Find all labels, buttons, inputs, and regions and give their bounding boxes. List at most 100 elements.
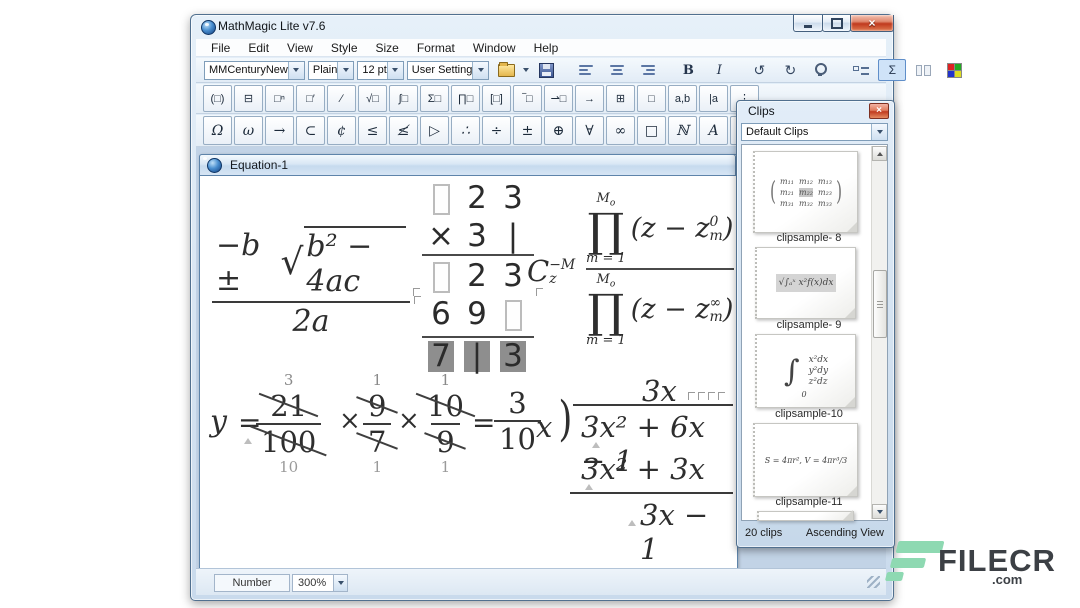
open-dropdown-arrow[interactable]	[523, 68, 529, 72]
clips-set-select[interactable]: Default Clips	[741, 123, 888, 141]
template-button[interactable]: ⊟	[234, 85, 263, 112]
template-button[interactable]: →	[575, 85, 604, 112]
expr-sup: 0	[710, 215, 719, 229]
coefficient-term: C −M z	[527, 254, 575, 288]
equation-numbering-button[interactable]	[847, 59, 875, 81]
template-button[interactable]: □′	[296, 85, 325, 112]
align-center-button[interactable]	[603, 59, 631, 81]
clip-item[interactable]: ( m₁₁m₁₂m₁₃m₂₁m₂₂m₂₃m₃₁m₃₂m₃₃ )	[753, 151, 858, 233]
menu-item[interactable]: Help	[525, 41, 568, 55]
mult-row-1: 2 3	[423, 180, 531, 223]
limit-lower: m = 1	[586, 334, 626, 347]
menu-item[interactable]: File	[202, 41, 239, 55]
symbol-button[interactable]: ⊂	[296, 116, 325, 145]
clip-item-partial[interactable]	[757, 511, 854, 521]
selected-digit[interactable]: |	[464, 341, 490, 372]
menu-item[interactable]: Size	[367, 41, 408, 55]
undo-button[interactable]: ↺	[745, 59, 773, 81]
symbol-button[interactable]: A	[699, 116, 728, 145]
font-style-select[interactable]: Plain	[308, 61, 354, 80]
symbol-button[interactable]: ∞	[606, 116, 635, 145]
symbol-button[interactable]: ℕ	[668, 116, 697, 145]
font-family-select[interactable]: MMCenturyNew	[204, 61, 305, 80]
menu-item[interactable]: View	[278, 41, 322, 55]
symbol-button[interactable]: □	[637, 116, 666, 145]
align-left-button[interactable]	[572, 59, 600, 81]
radical-sign: √	[280, 242, 303, 283]
symbol-button[interactable]: ¢	[327, 116, 356, 145]
template-button[interactable]: |a	[699, 85, 728, 112]
menu-item[interactable]: Format	[408, 41, 464, 55]
template-button[interactable]: ∏□	[451, 85, 480, 112]
clips-scrollbar[interactable]	[871, 146, 887, 519]
symbol-button[interactable]: Ω	[203, 116, 232, 145]
maximize-button[interactable]	[822, 15, 851, 32]
symbol-button[interactable]: ω	[234, 116, 263, 145]
template-button[interactable]: ⊞	[606, 85, 635, 112]
chevron-down-icon	[288, 62, 304, 79]
template-button[interactable]: ⇀□	[544, 85, 573, 112]
template-button[interactable]: Σ□	[420, 85, 449, 112]
numbered-list-icon	[853, 64, 869, 77]
palette-toggle-button[interactable]: Σ	[878, 59, 906, 81]
mult-row-4: 6 9	[423, 296, 531, 339]
template-button[interactable]: ∕	[327, 85, 356, 112]
expr-open: (z − z	[631, 294, 710, 325]
scroll-up-button[interactable]	[872, 146, 887, 161]
selected-digit[interactable]: 7	[428, 341, 454, 372]
template-button[interactable]: √□	[358, 85, 387, 112]
minimize-button[interactable]	[793, 15, 823, 32]
mult-row-2: × 3 |	[423, 218, 531, 254]
close-button[interactable]: ×	[850, 15, 894, 32]
clip-item[interactable]: √∫ₐˣ x²f(x)dx	[755, 247, 856, 319]
user-setting-select[interactable]: User Setting	[407, 61, 490, 80]
symbol-button[interactable]: ±	[513, 116, 542, 145]
redo-button[interactable]: ↻	[776, 59, 804, 81]
selected-digit[interactable]: 3	[500, 341, 526, 372]
scrollbar-thumb[interactable]	[873, 270, 887, 338]
result-numerator: 3	[503, 386, 531, 420]
template-button[interactable]: □ⁿ	[265, 85, 294, 112]
symbol-button[interactable]: ⊕	[544, 116, 573, 145]
align-right-button[interactable]	[634, 59, 662, 81]
menu-item[interactable]: Edit	[239, 41, 278, 55]
symbol-button[interactable]: ÷	[482, 116, 511, 145]
save-button[interactable]	[532, 59, 560, 81]
equation-canvas[interactable]: −b ± √ b² − 4ac 2a 2 3 × 3 | 2 3 6 9 7 |…	[200, 176, 735, 566]
template-button[interactable]: [□]	[482, 85, 511, 112]
menu-item[interactable]: Style	[322, 41, 367, 55]
template-button[interactable]: (□)	[203, 85, 232, 112]
zoom-select[interactable]: 300%	[292, 574, 348, 592]
symbol-button[interactable]: ∴	[451, 116, 480, 145]
color-button[interactable]	[940, 59, 968, 81]
number-field[interactable]: Number	[214, 574, 290, 592]
times-sign: ×	[423, 218, 459, 254]
clip-formula: √∫ₐˣ x²f(x)dx	[776, 274, 837, 292]
template-button[interactable]: ‾□	[513, 85, 542, 112]
resize-grip[interactable]	[867, 576, 880, 588]
template-button[interactable]: □	[637, 85, 666, 112]
menu-item[interactable]: Window	[464, 41, 525, 55]
scroll-down-button[interactable]	[872, 504, 887, 519]
template-button[interactable]: a,b	[668, 85, 697, 112]
template-button[interactable]: ∫□	[389, 85, 418, 112]
equation-window-titlebar[interactable]: Equation-1	[199, 154, 736, 176]
symbol-button[interactable]: ▷	[420, 116, 449, 145]
division-step: 3x² + 3x	[581, 452, 705, 486]
font-size-select[interactable]: 12 pt	[357, 61, 403, 80]
chevron-down-icon	[333, 575, 347, 591]
matrix-entry: m₂₃	[818, 188, 832, 197]
symbol-button[interactable]: ∀	[575, 116, 604, 145]
bold-button[interactable]: B	[674, 59, 702, 81]
symbol-button[interactable]: ≰	[389, 116, 418, 145]
italic-button[interactable]: I	[705, 59, 733, 81]
clips-close-button[interactable]: ×	[869, 103, 889, 119]
symbol-button[interactable]: ≤	[358, 116, 387, 145]
open-file-button[interactable]	[492, 59, 520, 81]
symbol-button[interactable]: →	[265, 116, 294, 145]
clip-item[interactable]: S = 4πr², V = 4πr³/3	[753, 423, 858, 497]
ascending-view-button[interactable]: Ascending View	[800, 527, 884, 539]
clip-item[interactable]: ∫ 0 x²dxy²dyz²dz	[755, 334, 856, 408]
hint-button[interactable]	[807, 59, 835, 81]
dual-view-button[interactable]	[909, 59, 937, 81]
